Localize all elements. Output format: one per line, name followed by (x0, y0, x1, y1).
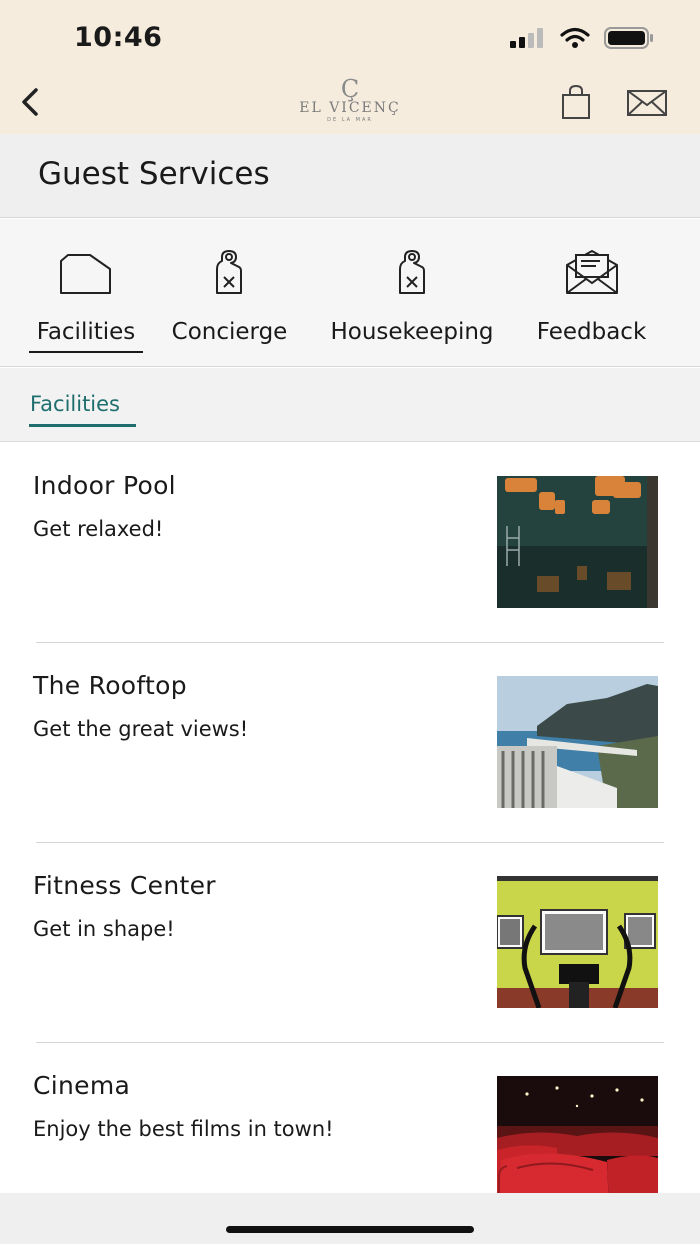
category-tabs: Facilities Concierge Housekeeping Feedba… (0, 219, 700, 367)
home-indicator[interactable] (226, 1226, 474, 1233)
item-title: The Rooftop (33, 671, 187, 700)
subtab-underline (29, 424, 136, 427)
door-hanger-icon (399, 250, 425, 294)
shopping-bag-icon[interactable] (560, 84, 592, 120)
tab-facilities[interactable]: Facilities (29, 219, 143, 367)
page-header: Guest Services (0, 134, 700, 218)
status-time: 10:46 (74, 22, 163, 53)
tab-feedback[interactable]: Feedback (531, 219, 652, 367)
home-indicator-area (0, 1193, 700, 1244)
item-title: Fitness Center (33, 871, 216, 900)
tab-concierge-label: Concierge (171, 319, 288, 345)
subtab-bar: Facilities (0, 368, 700, 442)
facilities-list: Indoor Pool Get relaxed! The Rooftop Get… (0, 443, 700, 1243)
cellular-signal-icon (510, 28, 543, 48)
list-item[interactable]: The Rooftop Get the great views! (0, 643, 700, 843)
item-description: Get the great views! (33, 717, 249, 741)
door-hanger-icon (216, 250, 242, 294)
tab-concierge[interactable]: Concierge (164, 219, 295, 367)
list-item[interactable]: Indoor Pool Get relaxed! (0, 443, 700, 643)
wifi-icon (560, 27, 590, 48)
envelope-icon[interactable] (626, 88, 668, 118)
subtab-facilities[interactable]: Facilities (30, 392, 120, 416)
tab-feedback-label: Feedback (536, 319, 647, 345)
item-description: Enjoy the best films in town! (33, 1117, 334, 1141)
hotel-logo: Ç EL VICENÇ DE LA MAR (270, 75, 430, 130)
building-icon (60, 254, 111, 294)
status-icons (510, 26, 654, 50)
fitness-center-photo (497, 876, 658, 1008)
item-title: Indoor Pool (33, 471, 176, 500)
tab-housekeeping-label: Housekeeping (330, 319, 494, 345)
item-title: Cinema (33, 1071, 131, 1100)
page-title: Guest Services (38, 156, 270, 192)
item-description: Get in shape! (33, 917, 175, 941)
logo-mark: Ç (340, 75, 360, 103)
cinema-photo (497, 1076, 658, 1208)
status-bar: 10:46 (0, 0, 700, 72)
nav-bar: Ç EL VICENÇ DE LA MAR (0, 72, 700, 134)
list-item[interactable]: Fitness Center Get in shape! (0, 843, 700, 1043)
battery-icon (604, 27, 653, 49)
indoor-pool-photo (497, 476, 658, 608)
tab-housekeeping[interactable]: Housekeeping (320, 219, 504, 367)
tab-facilities-label: Facilities (36, 319, 136, 345)
logo-subtitle: DE LA MAR (327, 117, 373, 123)
item-description: Get relaxed! (33, 517, 164, 541)
envelope-letter-icon (566, 250, 618, 294)
logo-name: EL VICENÇ (299, 100, 401, 116)
back-chevron-icon[interactable] (12, 82, 52, 122)
rooftop-photo (497, 676, 658, 808)
active-tab-underline (29, 351, 143, 353)
